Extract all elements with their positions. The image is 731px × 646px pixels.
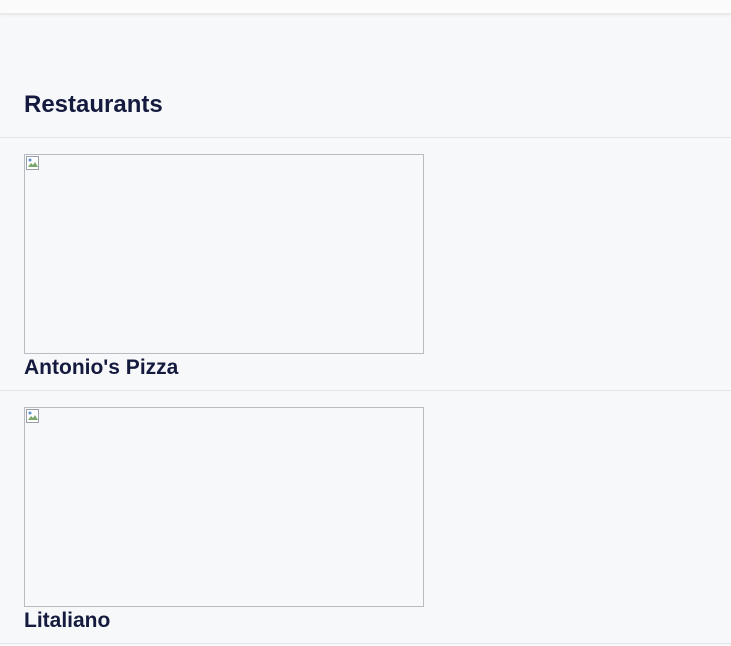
restaurant-divider [0,390,731,391]
broken-image-icon [26,409,39,423]
top-navigation-bar [0,0,731,14]
section-divider [0,137,731,138]
restaurant-name[interactable]: Antonio's Pizza [24,355,178,381]
restaurant-name[interactable]: Litaliano [24,608,110,634]
restaurant-divider [0,643,731,644]
restaurant-image[interactable] [24,154,424,354]
restaurant-image[interactable] [24,407,424,607]
broken-image-icon [26,156,39,170]
section-title: Restaurants [24,91,163,118]
